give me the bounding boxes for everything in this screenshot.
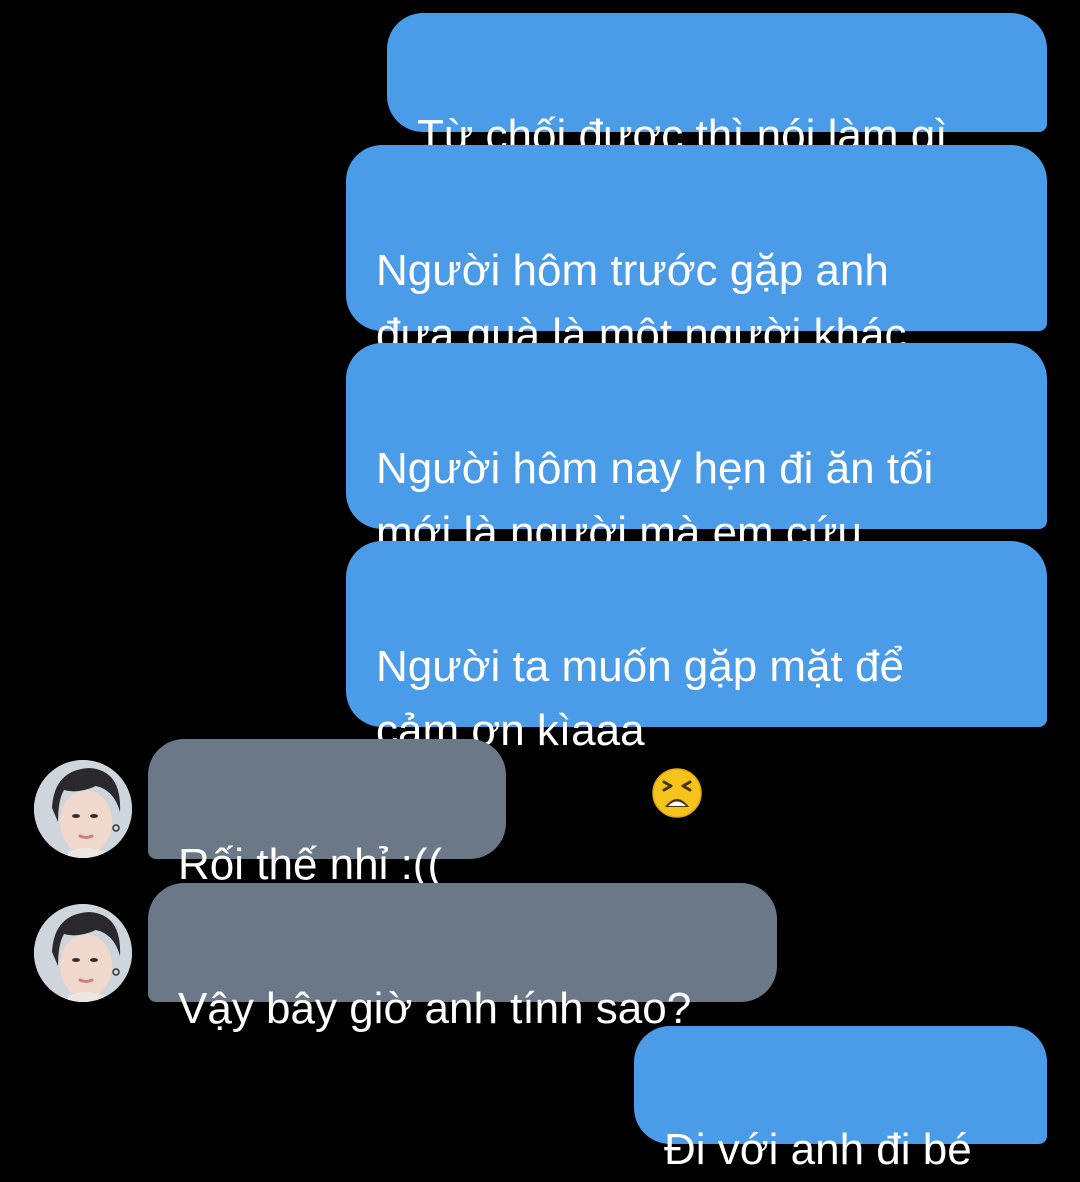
contact-avatar[interactable]: [34, 904, 132, 1002]
message-text: Rối thế nhỉ :((: [178, 840, 443, 889]
sent-message-bubble[interactable]: Đi với anh đi bé: [634, 1026, 1047, 1174]
received-message-bubble[interactable]: Rối thế nhỉ :((: [148, 739, 506, 889]
contact-avatar[interactable]: [34, 760, 132, 858]
sent-message-bubble[interactable]: Người hôm trước gặp anh đưa quà là một n…: [346, 145, 1047, 359]
message-text: Vậy bây giờ anh tính sao?: [178, 984, 692, 1033]
sent-message-bubble[interactable]: Người ta muốn gặp mặt để cảm ơn kìaaa: [346, 541, 1047, 819]
sent-message-bubble[interactable]: Từ chối được thì nói làm gì: [387, 13, 1047, 160]
message-text: Đi với anh đi bé: [664, 1125, 972, 1174]
received-message-bubble[interactable]: Vậy bây giờ anh tính sao?: [148, 883, 777, 1033]
tired-face-emoji-icon: [651, 703, 703, 819]
avatar-photo-icon: [34, 760, 132, 858]
avatar-photo-icon: [34, 904, 132, 1002]
sent-message-bubble[interactable]: Người hôm nay hẹn đi ăn tối mới là người…: [346, 343, 1047, 557]
